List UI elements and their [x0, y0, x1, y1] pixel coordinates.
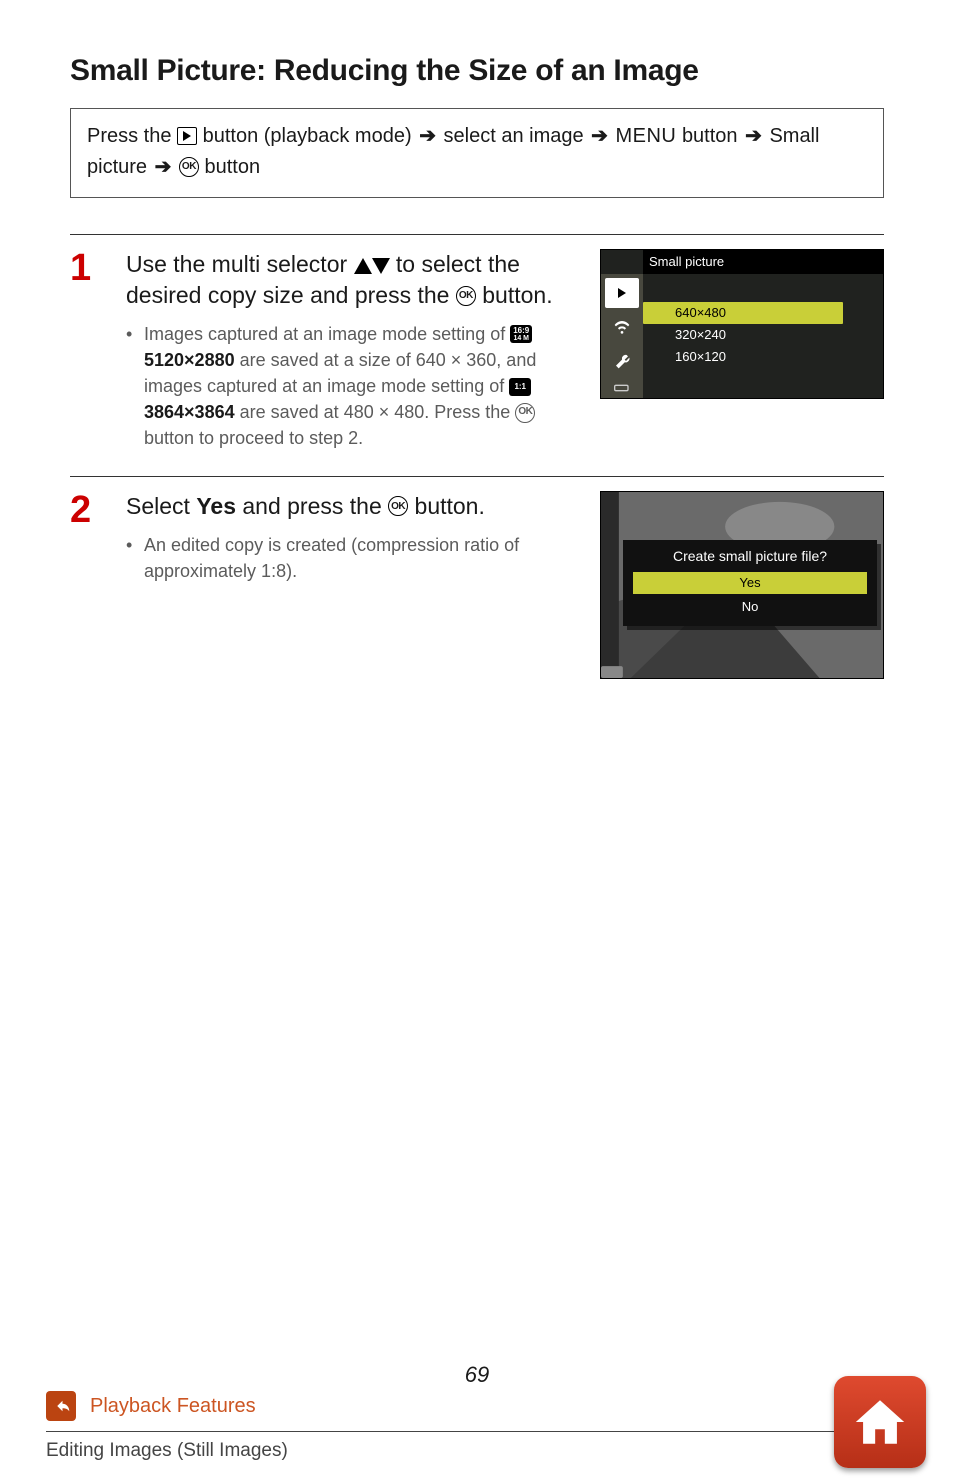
step-text: button. [415, 493, 485, 519]
ok-icon: OK [388, 496, 408, 516]
step-bullet: Images captured at an image mode setting… [144, 321, 578, 451]
step-text: Use the multi selector [126, 251, 354, 277]
step-bullet: An edited copy is created (compression r… [144, 532, 578, 584]
path-text: button [682, 125, 738, 147]
dialog-option-no: No [633, 596, 867, 618]
text: are saved at 480 × 480. Press the [240, 402, 516, 422]
dialog-title: Create small picture file? [623, 540, 877, 570]
arrow-icon: ➔ [589, 125, 610, 147]
text: button to proceed to step 2. [144, 428, 363, 448]
step-number: 1 [70, 249, 126, 287]
screenshot-confirm-dialog: Create small picture file? Yes No [600, 491, 884, 679]
step-text: and press the [242, 493, 388, 519]
menu-button-label: MENU [615, 125, 676, 147]
aspect-169-icon: 16:914 M [510, 325, 532, 343]
confirm-dialog: Create small picture file? Yes No [623, 540, 877, 626]
ok-icon: OK [456, 286, 476, 306]
size-option: 160×120 [643, 346, 883, 368]
step-text: Select [126, 493, 196, 519]
arrow-icon: ➔ [153, 156, 174, 178]
path-text: button [204, 156, 260, 178]
path-text: Press the [87, 125, 177, 147]
size-option-list: 640×480 320×240 160×120 [643, 274, 883, 398]
arrow-icon: ➔ [417, 125, 438, 147]
page-number: 69 [0, 1362, 954, 1388]
arrow-icon: ➔ [743, 125, 764, 147]
setup-tab [605, 346, 639, 376]
menu-title: Small picture [643, 250, 883, 274]
text: 3864×3864 [144, 402, 235, 422]
text: 5120×2880 [144, 350, 235, 370]
ok-icon: OK [515, 403, 535, 423]
up-icon [354, 258, 372, 274]
wifi-tab [605, 312, 639, 342]
playback-tab [605, 278, 639, 308]
breadcrumb[interactable]: Playback Features [46, 1391, 908, 1421]
home-button[interactable] [834, 1376, 926, 1468]
page-title: Small Picture: Reducing the Size of an I… [70, 54, 884, 88]
back-icon[interactable] [46, 1391, 76, 1421]
bullet-icon: • [126, 532, 144, 584]
ok-icon: OK [179, 157, 199, 177]
path-text: select an image [444, 125, 584, 147]
screenshot-small-picture-menu: Small picture 640×480 320×240 [600, 249, 884, 399]
menu-sidebar [601, 274, 643, 398]
size-option: 320×240 [643, 324, 883, 346]
down-icon [372, 258, 390, 274]
step-heading: Use the multi selector to select the des… [126, 249, 578, 311]
more-tab [605, 380, 639, 396]
breadcrumb-subsection: Editing Images (Still Images) [46, 1440, 908, 1462]
text: Images captured at an image mode setting… [144, 324, 510, 344]
size-option: 640×480 [643, 302, 843, 324]
step-1: 1 Use the multi selector to select the d… [70, 234, 884, 476]
navigation-path: Press the button (playback mode) ➔ selec… [70, 108, 884, 198]
step-heading: Select Yes and press the OK button. [126, 491, 578, 522]
breadcrumb-section[interactable]: Playback Features [90, 1395, 256, 1418]
step-number: 2 [70, 491, 126, 529]
step-text: button. [482, 282, 552, 308]
aspect-11-icon: 1:1 [509, 378, 531, 396]
path-text: button (playback mode) [203, 125, 412, 147]
playback-icon [177, 127, 197, 145]
dialog-option-yes: Yes [633, 572, 867, 594]
bullet-icon: • [126, 321, 144, 451]
step-2: 2 Select Yes and press the OK button. [70, 476, 884, 703]
step-text: Yes [196, 493, 236, 519]
